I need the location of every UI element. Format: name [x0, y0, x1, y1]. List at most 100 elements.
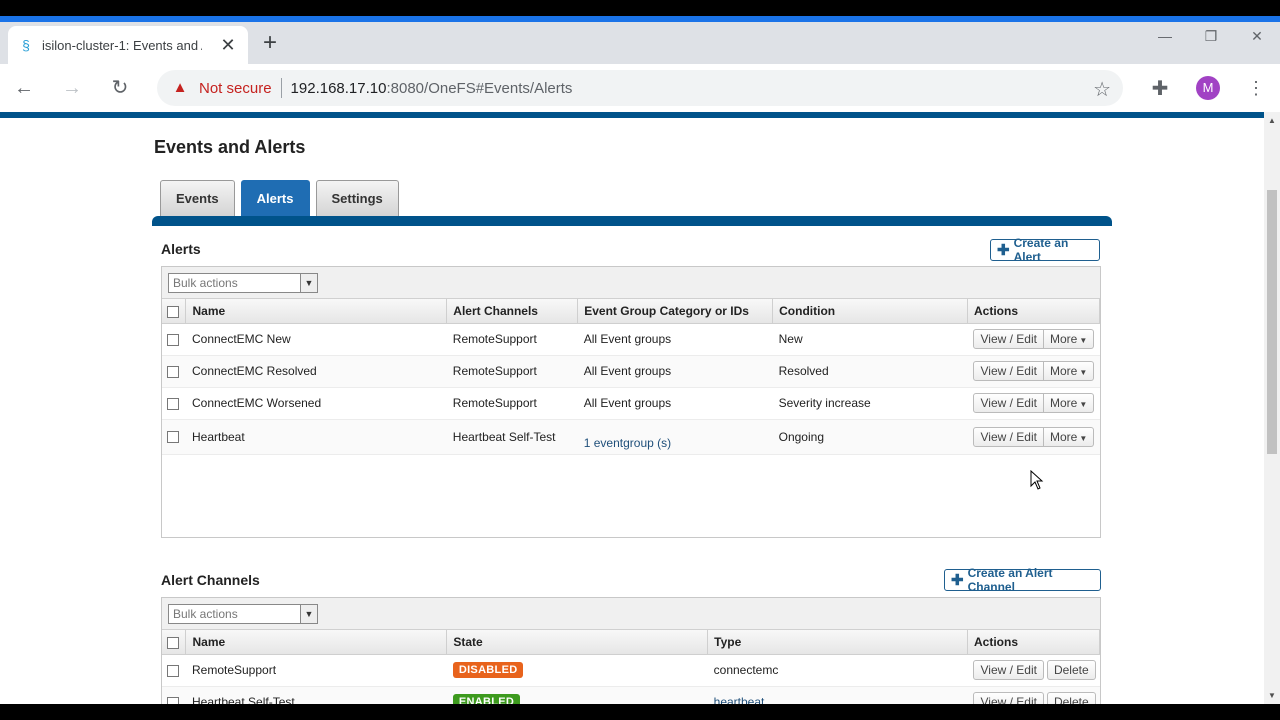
channel-name: Heartbeat Self-Test [185, 686, 447, 704]
alerts-bulk-actions-select[interactable]: Bulk actions ▼ [168, 273, 318, 293]
channel-type-link[interactable]: heartbeat [707, 686, 968, 704]
status-badge: DISABLED [452, 662, 524, 678]
warning-icon: ▲ [172, 79, 188, 96]
view-edit-button[interactable]: View / Edit [973, 329, 1044, 349]
scroll-up-icon[interactable]: ▲ [1268, 116, 1276, 125]
row-checkbox[interactable] [167, 664, 179, 677]
page-content: Events and Alerts Events Alerts Settings… [0, 112, 1264, 704]
col-event-group[interactable]: Event Group Category or IDs [577, 299, 774, 324]
security-label[interactable]: Not secure [199, 80, 272, 97]
create-alert-button[interactable]: ✚ Create an Alert [990, 236, 1100, 264]
caret-down-icon: ▼ [1079, 368, 1088, 377]
more-button[interactable]: More ▼ [1043, 329, 1095, 349]
profile-avatar[interactable]: M [1196, 76, 1220, 100]
view-edit-button[interactable]: View / Edit [973, 692, 1044, 704]
col-type[interactable]: Type [707, 630, 968, 655]
scroll-down-icon[interactable]: ▼ [1268, 691, 1276, 700]
more-button[interactable]: More ▼ [1043, 393, 1095, 413]
tab-alerts[interactable]: Alerts [240, 180, 310, 216]
col-condition[interactable]: Condition [772, 299, 968, 324]
col-name[interactable]: Name [185, 299, 448, 324]
table-row: ConnectEMC Resolved RemoteSupport All Ev… [162, 355, 1100, 388]
view-edit-button[interactable]: View / Edit [973, 361, 1044, 381]
bottom-black-band [0, 704, 1280, 720]
alerts-panel: Bulk actions ▼ Name Alert Channels Event… [161, 266, 1101, 538]
plus-icon: ✚ [997, 242, 1010, 259]
row-select-cell [162, 355, 186, 388]
address-bar[interactable]: ▲ Not secure 192.168.17.10:8080/OneFS#Ev… [157, 70, 1123, 106]
tab-events[interactable]: Events [160, 180, 235, 216]
channel-type: connectemc [707, 654, 968, 687]
alert-name: ConnectEMC Worsened [185, 387, 447, 420]
top-black-band [0, 0, 1280, 16]
caret-down-icon: ▼ [1079, 400, 1088, 409]
row-checkbox[interactable] [167, 397, 179, 410]
table-row: RemoteSupport DISABLED connectemc View /… [162, 654, 1100, 687]
channels-table: Name State Type Actions RemoteSupport DI… [162, 630, 1101, 704]
reload-icon[interactable]: ↻ [108, 76, 132, 100]
row-checkbox[interactable] [167, 365, 179, 378]
status-badge: ENABLED [452, 694, 521, 704]
row-checkbox[interactable] [167, 431, 179, 444]
alert-name: Heartbeat [185, 419, 447, 455]
page-title: Events and Alerts [154, 137, 306, 157]
col-name[interactable]: Name [185, 630, 448, 655]
bookmark-star-icon[interactable]: ☆ [1093, 77, 1111, 102]
tab-settings[interactable]: Settings [315, 180, 399, 216]
row-checkbox[interactable] [167, 696, 179, 704]
tab-rule [152, 216, 1112, 226]
browser-tab[interactable]: § isilon-cluster-1: Events and Ale ✕ [8, 26, 248, 64]
close-tab-icon[interactable]: ✕ [218, 35, 238, 56]
select-all-cell [162, 299, 187, 324]
row-select-cell [162, 387, 186, 420]
row-select-cell [162, 686, 186, 704]
alert-condition: Severity increase [772, 387, 968, 420]
row-checkbox[interactable] [167, 333, 179, 346]
alert-group-link[interactable]: 1 eventgroup (s) [577, 419, 773, 455]
create-channel-label: Create an Alert Channel [967, 566, 1053, 594]
restore-icon[interactable]: ❐ [1201, 28, 1221, 45]
actions-cell: View / Edit More ▼ [967, 419, 1100, 455]
alert-channel: RemoteSupport [446, 355, 578, 388]
channels-bulk-actions-select[interactable]: Bulk actions ▼ [168, 604, 318, 624]
browser-tabstrip: § isilon-cluster-1: Events and Ale ✕ + —… [0, 22, 1280, 64]
bulk-actions-label: Bulk actions [173, 607, 238, 621]
col-state[interactable]: State [446, 630, 709, 655]
col-alert-channels[interactable]: Alert Channels [446, 299, 579, 324]
col-actions: Actions [967, 299, 1101, 324]
view-edit-button[interactable]: View / Edit [973, 426, 1044, 447]
create-alert-label: Create an Alert [1013, 236, 1069, 264]
url-text[interactable]: 192.168.17.10:8080/OneFS#Events/Alerts [291, 80, 573, 97]
header-strip [0, 112, 1264, 118]
minimize-icon[interactable]: — [1155, 28, 1175, 44]
scrollbar-thumb[interactable] [1267, 190, 1277, 454]
browser-menu-icon[interactable]: ⋮ [1246, 76, 1266, 100]
more-label: More [1049, 364, 1078, 378]
back-icon[interactable]: ← [12, 76, 36, 100]
forward-icon[interactable]: → [60, 76, 84, 100]
more-button[interactable]: More ▼ [1043, 426, 1095, 447]
table-row: ConnectEMC New RemoteSupport All Event g… [162, 323, 1100, 356]
extensions-puzzle-icon[interactable]: ✚ [1148, 76, 1172, 101]
alerts-bulkbar: Bulk actions ▼ [162, 267, 1100, 299]
view-edit-button[interactable]: View / Edit [973, 393, 1044, 413]
table-row: Heartbeat Self-Test ENABLED heartbeat Vi… [162, 686, 1100, 704]
browser-tab-title: isilon-cluster-1: Events and Ale [42, 37, 202, 53]
page-scrollbar[interactable]: ▲ ▼ [1264, 112, 1280, 704]
alert-group: All Event groups [577, 387, 773, 420]
new-tab-icon[interactable]: + [258, 30, 282, 56]
channel-state-cell: ENABLED [446, 686, 708, 704]
select-all-checkbox[interactable] [167, 305, 179, 318]
alert-condition: New [772, 323, 968, 356]
more-button[interactable]: More ▼ [1043, 361, 1095, 381]
delete-button[interactable]: Delete [1046, 692, 1096, 704]
delete-button[interactable]: Delete [1046, 660, 1096, 680]
browser-toolbar: ← → ↻ ▲ Not secure 192.168.17.10:8080/On… [0, 64, 1280, 112]
view-edit-button[interactable]: View / Edit [973, 660, 1044, 680]
channels-section-title: Alert Channels [161, 572, 260, 588]
bulk-actions-label: Bulk actions [173, 276, 238, 290]
create-alert-channel-button[interactable]: ✚ Create an Alert Channel [944, 566, 1101, 594]
channel-state-cell: DISABLED [446, 654, 708, 687]
window-close-icon[interactable]: ✕ [1247, 28, 1267, 45]
select-all-checkbox[interactable] [167, 636, 179, 649]
